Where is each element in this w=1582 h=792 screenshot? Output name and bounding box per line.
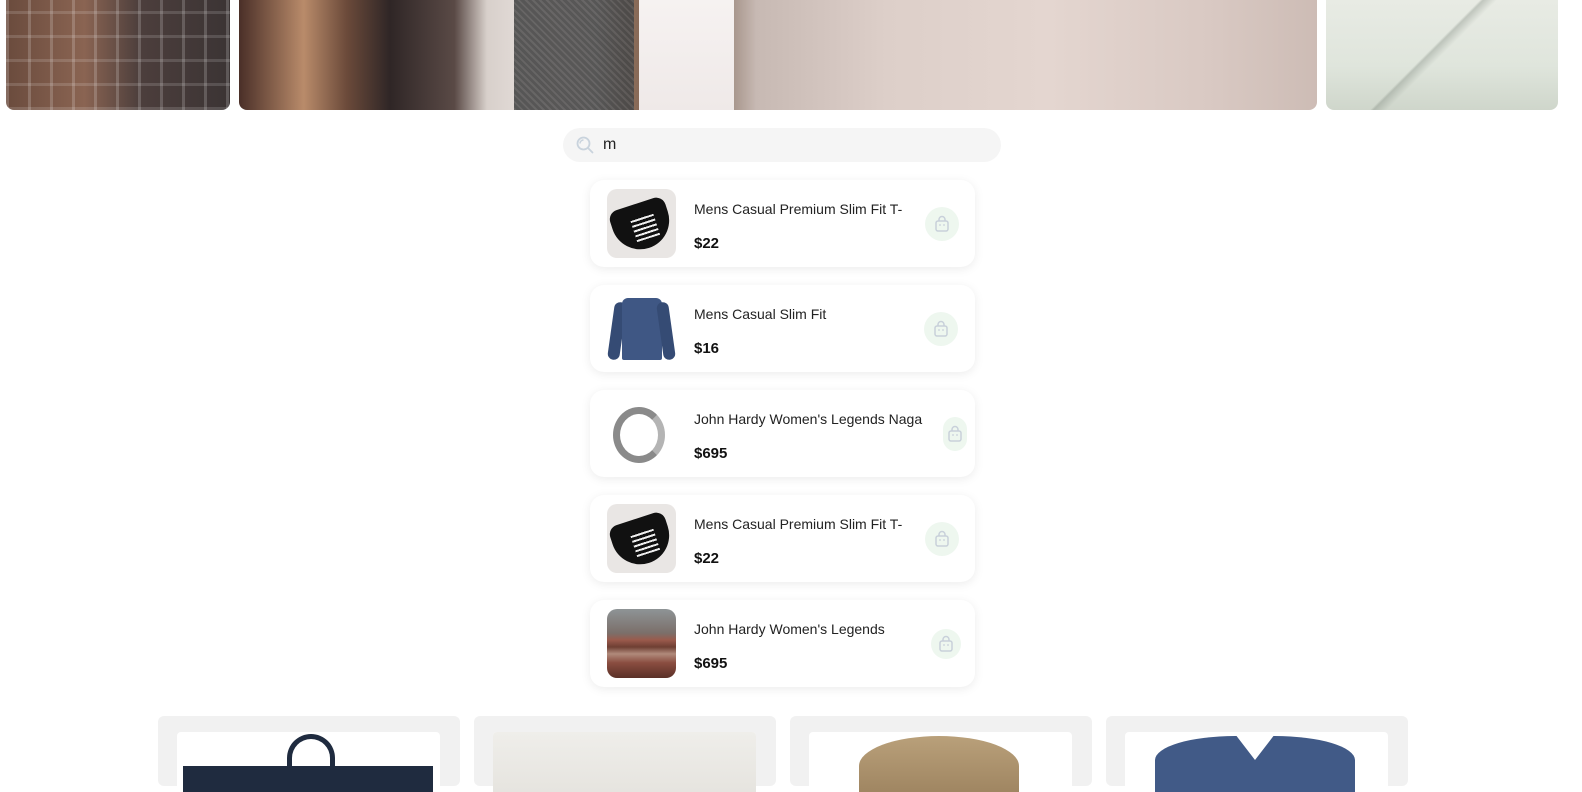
shopping-bag-icon	[934, 320, 948, 337]
search-result-item[interactable]: Mens Casual Premium Slim Fit T-Shirts $2…	[590, 180, 975, 267]
product-card-image-bag	[177, 732, 440, 792]
product-price: $695	[694, 445, 728, 462]
add-to-cart-button[interactable]	[931, 629, 961, 659]
product-price: $22	[694, 550, 720, 567]
product-image-black-tshirt	[607, 504, 676, 573]
search-input[interactable]	[603, 136, 983, 154]
product-price: $695	[694, 655, 728, 672]
search-result-item[interactable]: Mens Casual Slim Fit $16	[590, 285, 975, 372]
banner-slide-next[interactable]	[1326, 0, 1558, 110]
product-title: John Hardy Women's Legends Naga Gold	[694, 621, 885, 637]
search-result-item[interactable]: Mens Casual Premium Slim Fit T-Shirts $2…	[590, 495, 975, 582]
product-title: Mens Casual Premium Slim Fit T-Shirts	[694, 201, 903, 217]
product-image-folded-clothes	[607, 609, 676, 678]
banner-carousel	[0, 0, 1582, 110]
search-icon	[575, 135, 595, 155]
search-bar	[563, 128, 1001, 162]
product-price: $16	[694, 340, 720, 357]
product-price: $22	[694, 235, 720, 252]
product-title: Mens Casual Premium Slim Fit T-Shirts	[694, 516, 903, 532]
shopping-bag-icon	[935, 215, 949, 232]
add-to-cart-button[interactable]	[925, 207, 959, 241]
add-to-cart-button[interactable]	[943, 417, 967, 451]
search-result-item[interactable]: John Hardy Women's Legends Naga Gold $69…	[590, 600, 975, 687]
product-image-black-tshirt	[607, 189, 676, 258]
product-title: Mens Casual Slim Fit	[694, 306, 827, 322]
product-image-silver-bracelet	[607, 399, 676, 468]
product-card-image-vneck	[1125, 732, 1388, 792]
search-result-item[interactable]: John Hardy Women's Legends Naga Gold & S…	[590, 390, 975, 477]
shopping-bag-icon	[939, 635, 953, 652]
add-to-cart-button[interactable]	[924, 312, 958, 346]
search-results-list: Mens Casual Premium Slim Fit T-Shirts $2…	[590, 180, 975, 705]
banner-slide-current[interactable]	[239, 0, 1317, 110]
product-image-blue-longsleeve	[607, 294, 676, 363]
product-title: John Hardy Women's Legends Naga Gold & S…	[694, 411, 923, 427]
product-card-image-jacket	[809, 732, 1072, 792]
shopping-bag-icon	[935, 530, 949, 547]
product-card-image-cloth	[493, 732, 756, 792]
shopping-bag-icon	[948, 425, 962, 442]
banner-slide-previous[interactable]	[6, 0, 230, 110]
add-to-cart-button[interactable]	[925, 522, 959, 556]
